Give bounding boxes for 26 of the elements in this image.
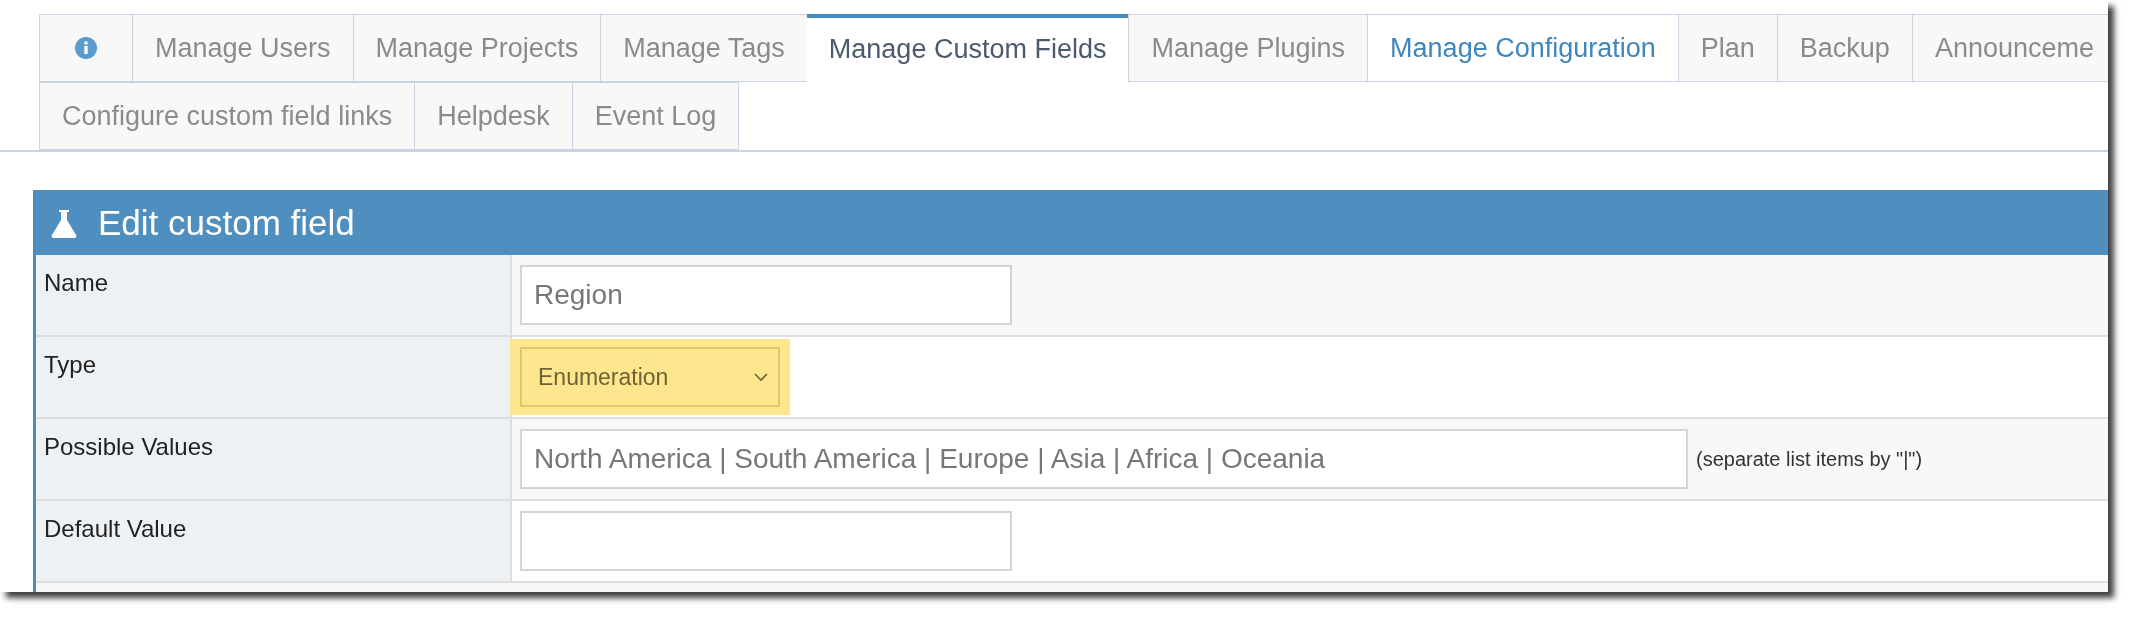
tab[interactable]: Backup [1776,14,1913,82]
field-label: Possible Values [36,419,512,499]
tab[interactable]: Configure custom field links [39,82,416,150]
input-field[interactable]: North America | South America | Europe | Asia | Africa | Oceania [520,429,1688,489]
field-label: Type [36,337,512,417]
tab[interactable]: Manage Custom Fields [806,14,1130,82]
input-field[interactable] [520,511,1012,571]
tab[interactable]: Manage Plugins [1128,14,1369,82]
input-field[interactable]: Region [520,265,1012,325]
caret-icon [754,372,768,382]
type-dropdown[interactable]: Enumeration [520,347,780,407]
tab[interactable]: Plan [1677,14,1778,82]
tab[interactable] [39,14,133,82]
field-label: Name [36,255,512,335]
tab[interactable]: Manage Configuration [1367,14,1679,82]
tab[interactable]: Event Log [571,82,740,150]
tab[interactable]: Manage Projects [352,14,602,82]
field-label: Default Value [36,501,512,581]
panel-title: Edit custom field [98,202,355,243]
tab[interactable]: Manage Users [132,14,354,82]
hint-text: (separate list items by "|") [1696,447,1923,471]
flask-icon [50,207,78,238]
info-icon [74,36,98,60]
tab[interactable]: Announceme [1911,14,2108,82]
tab[interactable]: Manage Tags [600,14,808,82]
tab[interactable]: Helpdesk [414,82,573,150]
